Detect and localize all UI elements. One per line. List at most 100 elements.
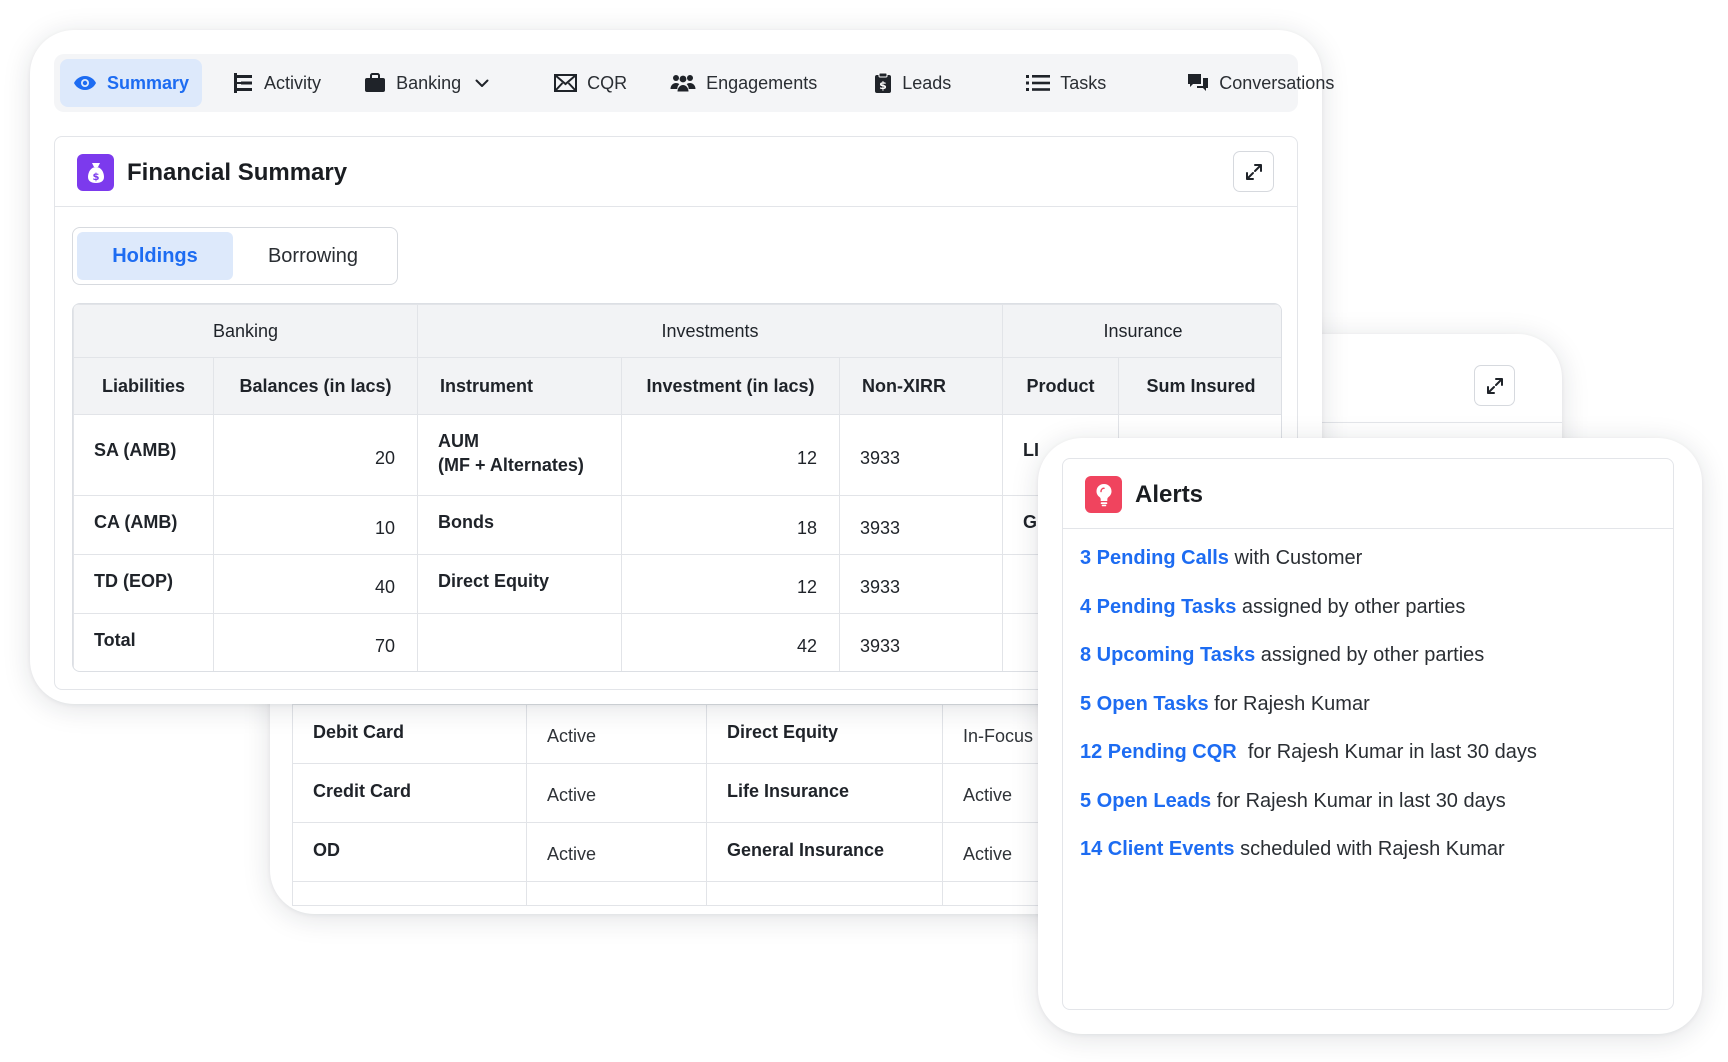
tab-label: CQR bbox=[587, 72, 628, 93]
non-xirr-cell: 3933 bbox=[838, 613, 1004, 671]
alerts-header: Alerts bbox=[1063, 459, 1673, 529]
group-header-row: Banking Investments Insurance bbox=[73, 304, 1281, 358]
non-xirr-cell: 3933 bbox=[838, 414, 1004, 496]
empty-cell bbox=[526, 881, 707, 906]
instrument-cell: Bonds bbox=[417, 495, 622, 555]
liability-cell: SA (AMB) bbox=[73, 414, 214, 496]
alert-link[interactable]: 3 Pending Calls bbox=[1080, 547, 1229, 569]
alert-text: with Customer bbox=[1228, 547, 1363, 569]
balance-cell: 20 bbox=[213, 414, 418, 496]
product-status-table: Debit Card Active Direct Equity In-Focus… bbox=[292, 704, 1103, 906]
alert-link[interactable]: 8 Upcoming Tasks bbox=[1080, 644, 1255, 666]
column-header-row: Liabilities Balances (in lacs) Instrumen… bbox=[73, 357, 1281, 415]
briefcase-icon bbox=[365, 73, 386, 92]
panel-header: $ Financial Summary bbox=[55, 137, 1297, 207]
product-cell: General Insurance bbox=[706, 822, 943, 882]
status-cell: Active bbox=[526, 822, 707, 882]
tab-label: Tasks bbox=[1060, 72, 1107, 93]
list-item: 4 Pending Tasks assigned by other partie… bbox=[1080, 596, 1537, 645]
product-cell: Life Insurance bbox=[706, 763, 943, 823]
list-item: 3 Pending Calls with Customer bbox=[1080, 547, 1537, 596]
table-row: OD Active General Insurance Active bbox=[292, 822, 1103, 882]
list-item: 8 Upcoming Tasks assigned by other parti… bbox=[1080, 644, 1537, 693]
column-header: Non-XIRR bbox=[838, 357, 1004, 415]
product-cell: Direct Equity bbox=[706, 704, 943, 764]
tab-banking[interactable]: Banking bbox=[351, 59, 502, 107]
list-item: 12 Pending CQR for Rajesh Kumar in last … bbox=[1080, 741, 1537, 790]
table-row: Debit Card Active Direct Equity In-Focus bbox=[292, 704, 1103, 764]
tab-label: Activity bbox=[264, 72, 322, 93]
non-xirr-cell: 3933 bbox=[838, 495, 1004, 555]
balance-cell: 40 bbox=[213, 554, 418, 614]
status-cell: Active bbox=[526, 763, 707, 823]
money-bag-icon: $ bbox=[77, 154, 114, 191]
envelope-icon bbox=[554, 74, 578, 92]
lightbulb-icon bbox=[1085, 476, 1122, 513]
eye-icon bbox=[74, 76, 96, 90]
column-header: Sum Insured bbox=[1118, 357, 1281, 415]
liability-cell: TD (EOP) bbox=[73, 554, 214, 614]
table-row: Credit Card Active Life Insurance Active bbox=[292, 763, 1103, 823]
liability-cell: CA (AMB) bbox=[73, 495, 214, 555]
instrument-cell bbox=[417, 613, 622, 671]
instrument-line: AUM bbox=[438, 431, 479, 451]
table-row bbox=[292, 881, 1103, 906]
list-item: 5 Open Tasks for Rajesh Kumar bbox=[1080, 693, 1537, 742]
tab-tasks[interactable]: Tasks bbox=[1013, 59, 1119, 107]
timeline-icon bbox=[234, 73, 253, 93]
tab-summary[interactable]: Summary bbox=[60, 59, 203, 107]
alerts-title: Alerts bbox=[1135, 481, 1204, 508]
tab-conversations[interactable]: Conversations bbox=[1174, 59, 1347, 107]
tab-label: Banking bbox=[396, 72, 462, 93]
alert-text: assigned by other parties bbox=[1236, 595, 1466, 618]
group-header-insurance: Insurance bbox=[1002, 304, 1281, 358]
svg-text:$: $ bbox=[92, 172, 99, 183]
alert-link[interactable]: 12 Pending CQR bbox=[1080, 741, 1237, 763]
tab-label: Engagements bbox=[706, 72, 818, 93]
alert-text: assigned by other parties bbox=[1255, 644, 1485, 666]
instrument-line: (MF + Alternates) bbox=[438, 455, 584, 475]
group-header-banking: Banking bbox=[73, 304, 418, 358]
expand-button[interactable] bbox=[1474, 365, 1515, 406]
holdings-button[interactable]: Holdings bbox=[77, 232, 233, 280]
panel-title: Financial Summary bbox=[127, 159, 348, 186]
tab-cqr[interactable]: CQR bbox=[541, 59, 640, 107]
group-header-investments: Investments bbox=[416, 304, 1004, 358]
expand-button[interactable] bbox=[1233, 151, 1274, 192]
alert-link[interactable]: 4 Pending Tasks bbox=[1080, 596, 1236, 618]
alert-link[interactable]: 5 Open Tasks bbox=[1080, 693, 1209, 715]
investment-cell: 12 bbox=[621, 414, 840, 496]
tab-activity[interactable]: Activity bbox=[219, 59, 334, 107]
tab-bar: Summary Activity Banking CQR Engagements… bbox=[54, 54, 1334, 112]
list-item: 5 Open Leads for Rajesh Kumar in last 30… bbox=[1080, 790, 1537, 839]
instrument-cell: AUM (MF + Alternates) bbox=[417, 414, 622, 496]
liability-cell: Total bbox=[73, 613, 214, 671]
svg-text:$: $ bbox=[879, 79, 887, 92]
empty-cell bbox=[292, 881, 527, 906]
list-item: 14 Client Events scheduled with Rajesh K… bbox=[1080, 838, 1537, 887]
product-cell: Debit Card bbox=[292, 704, 527, 764]
holdings-borrowing-toggle: Holdings Borrowing bbox=[72, 227, 398, 285]
borrowing-button[interactable]: Borrowing bbox=[233, 232, 393, 280]
column-header: Investment (in lacs) bbox=[621, 357, 840, 415]
empty-cell bbox=[706, 881, 943, 906]
tab-engagements[interactable]: Engagements bbox=[657, 59, 830, 107]
expand-icon bbox=[1486, 377, 1503, 394]
instrument-cell: Direct Equity bbox=[417, 554, 622, 614]
balance-cell: 70 bbox=[213, 613, 418, 671]
list-icon bbox=[1026, 75, 1051, 91]
chevron-down-icon bbox=[475, 79, 489, 87]
column-header: Liabilities bbox=[73, 357, 214, 415]
non-xirr-cell: 3933 bbox=[838, 554, 1004, 614]
balance-cell: 10 bbox=[213, 495, 418, 555]
column-header: Instrument bbox=[417, 357, 622, 415]
chat-icon bbox=[1188, 74, 1209, 91]
alert-text: for Rajesh Kumar bbox=[1208, 692, 1370, 715]
alert-link[interactable]: 5 Open Leads bbox=[1080, 790, 1211, 812]
tab-label: Conversations bbox=[1219, 72, 1335, 93]
alert-link[interactable]: 14 Client Events bbox=[1080, 838, 1235, 860]
investment-cell: 42 bbox=[621, 613, 840, 671]
clipboard-dollar-icon: $ bbox=[875, 72, 892, 93]
tab-label: Leads bbox=[902, 72, 952, 93]
tab-leads[interactable]: $ Leads bbox=[861, 59, 964, 107]
